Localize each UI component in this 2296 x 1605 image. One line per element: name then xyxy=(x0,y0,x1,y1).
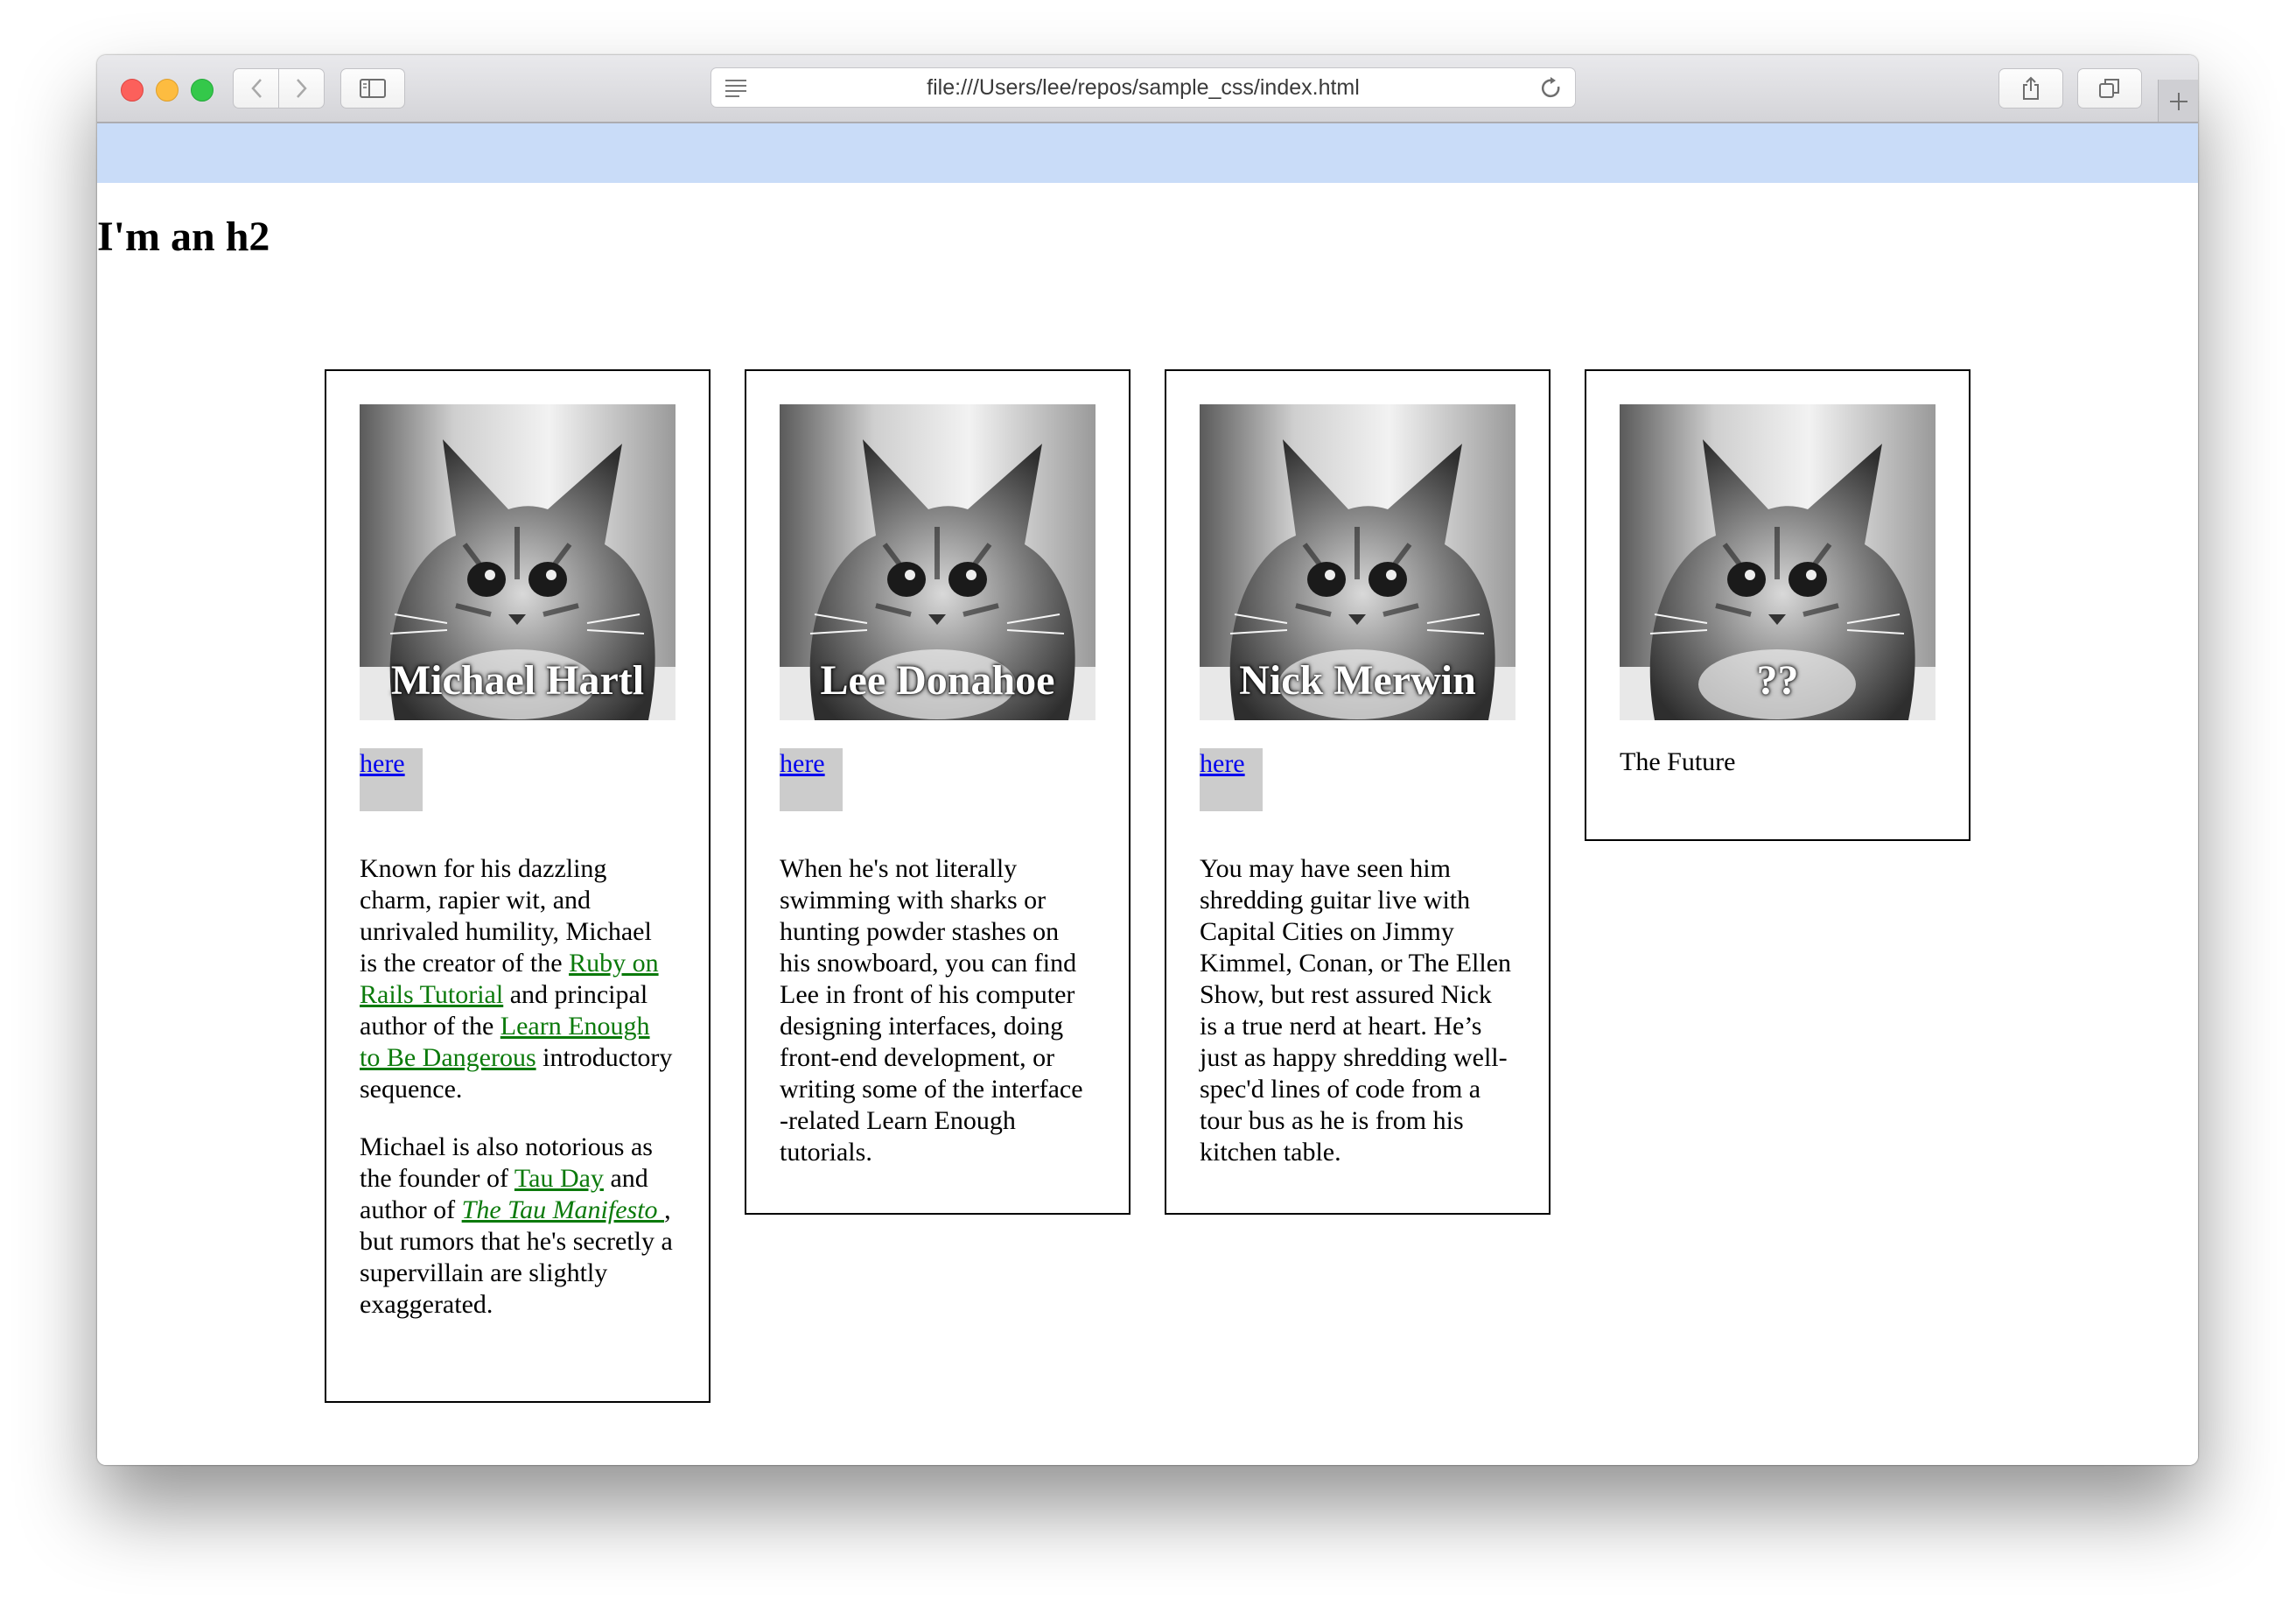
new-tab-button[interactable] xyxy=(2158,80,2198,122)
team-card-future: ?? The Future xyxy=(1585,369,1970,841)
team-card-michael: Michael Hartl here Known for his dazzlin… xyxy=(325,369,710,1403)
tau-day-link[interactable]: Tau Day xyxy=(514,1164,604,1193)
team-card-nick: Nick Merwin here You may have seen him s… xyxy=(1165,369,1550,1215)
browser-window: file:///Users/lee/repos/sample_css/index… xyxy=(97,55,2198,1465)
card-link-box: here xyxy=(780,748,843,811)
plus-icon xyxy=(2170,93,2188,110)
card-bio: The Future xyxy=(1620,747,1736,776)
top-banner xyxy=(97,123,2198,183)
tabs-overview-button[interactable] xyxy=(2077,68,2142,109)
card-image: Lee Donahoe xyxy=(780,404,1096,720)
card-link[interactable]: here xyxy=(780,748,843,780)
url-text: file:///Users/lee/repos/sample_css/index… xyxy=(927,75,1360,100)
reload-icon[interactable] xyxy=(1540,76,1563,101)
card-image: Michael Hartl xyxy=(360,404,676,720)
maximize-window-button[interactable] xyxy=(191,79,214,102)
web-page: I'm an h2 Michael Hartl here Known for h… xyxy=(97,123,2198,1465)
page-heading: I'm an h2 xyxy=(97,214,270,260)
address-bar[interactable]: file:///Users/lee/repos/sample_css/index… xyxy=(710,67,1576,108)
tau-manifesto-link[interactable]: The Tau Manifesto xyxy=(462,1195,664,1224)
browser-toolbar: file:///Users/lee/repos/sample_css/index… xyxy=(97,55,2198,123)
card-link[interactable]: here xyxy=(1200,748,1263,780)
card-link-box: here xyxy=(1200,748,1263,811)
card-name: ?? xyxy=(1756,657,1799,704)
sidebar-button[interactable] xyxy=(340,68,405,109)
tabs-icon xyxy=(2099,79,2119,98)
chevron-left-icon xyxy=(250,79,262,98)
forward-button[interactable] xyxy=(278,68,325,109)
close-window-button[interactable] xyxy=(121,79,144,102)
minimize-window-button[interactable] xyxy=(156,79,178,102)
card-link-box: here xyxy=(360,748,423,811)
card-image: ?? xyxy=(1620,404,1936,720)
team-card-lee: Lee Donahoe here When he's not literally… xyxy=(745,369,1130,1215)
back-button[interactable] xyxy=(233,68,279,109)
card-name: Lee Donahoe xyxy=(820,657,1055,704)
card-bio: Known for his dazzling charm, rapier wit… xyxy=(360,853,676,1105)
chevron-right-icon xyxy=(296,79,307,98)
share-button[interactable] xyxy=(1998,68,2063,109)
card-name: Nick Merwin xyxy=(1239,657,1476,704)
card-image: Nick Merwin xyxy=(1200,404,1516,720)
card-name: Michael Hartl xyxy=(390,657,645,704)
card-bio: Michael is also notorious as the founder… xyxy=(360,1132,676,1321)
card-link[interactable]: here xyxy=(360,748,423,780)
card-bio: You may have seen him shredding guitar l… xyxy=(1200,854,1512,1167)
share-icon xyxy=(2023,76,2039,100)
card-bio: When he's not literally swimming with sh… xyxy=(780,854,1083,1167)
sidebar-icon xyxy=(360,79,386,98)
